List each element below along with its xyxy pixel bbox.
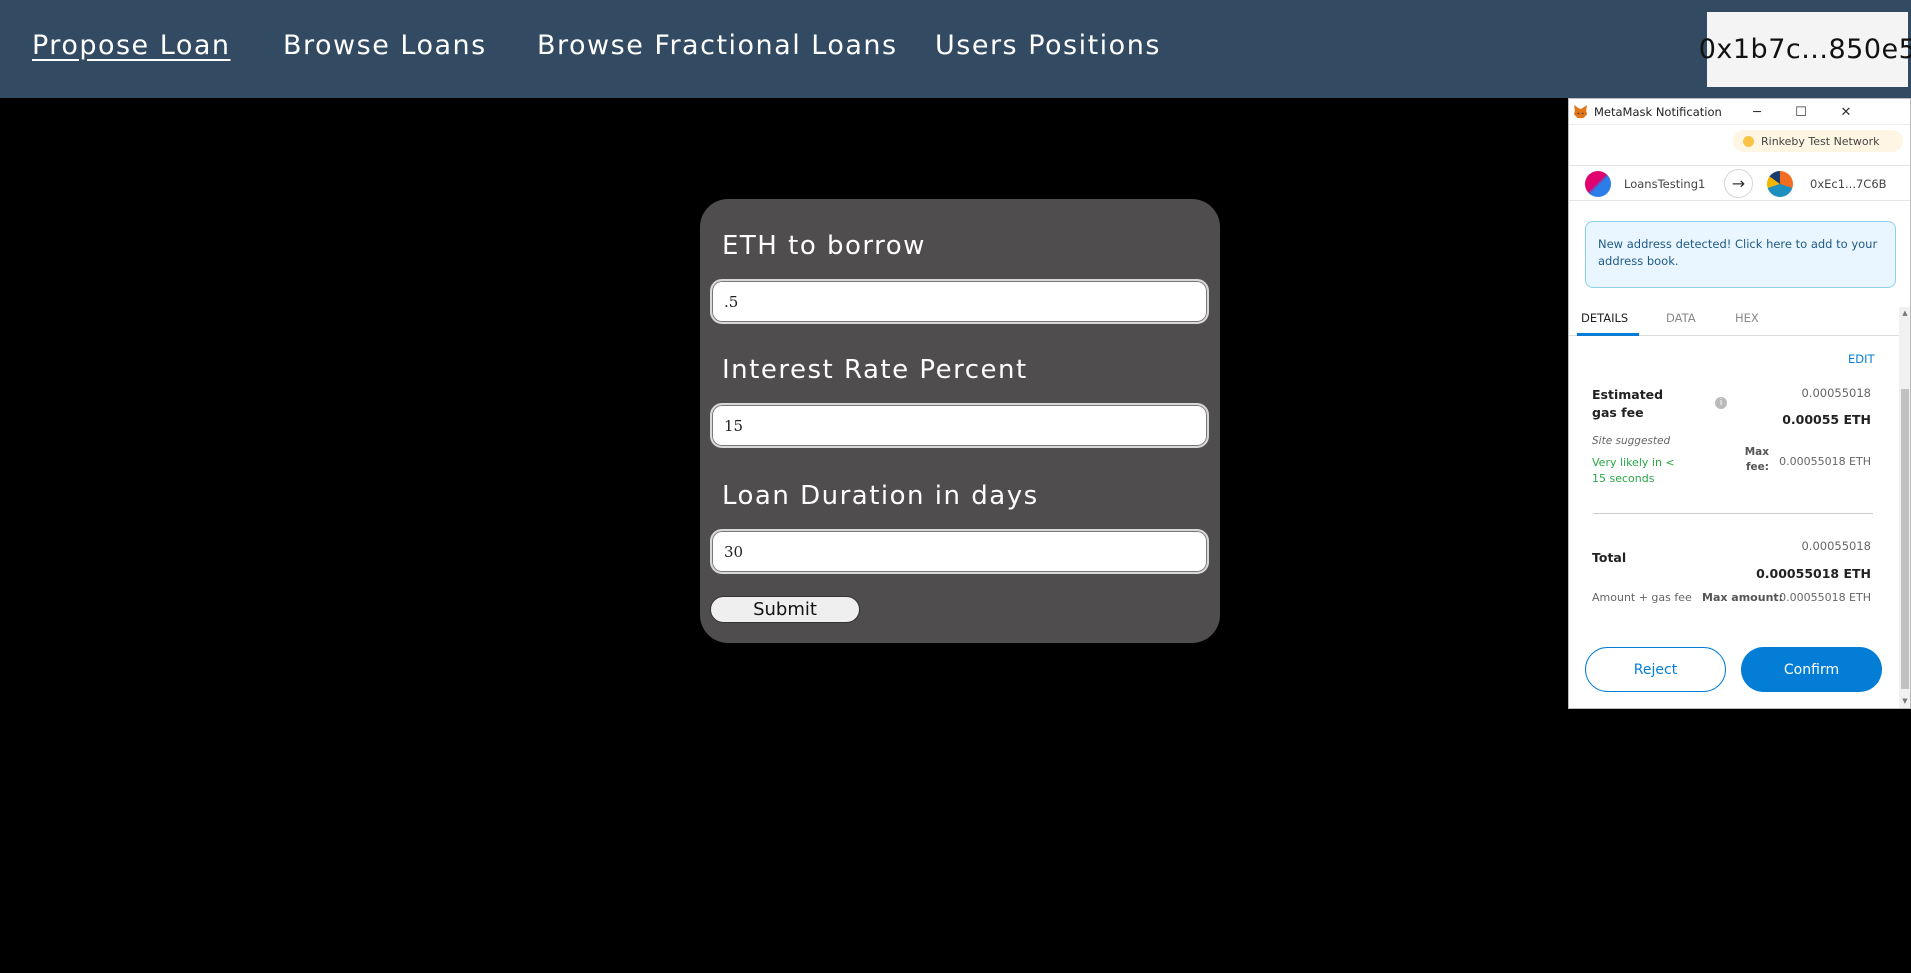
eth-to-borrow-label: ETH to borrow — [722, 231, 926, 261]
edit-gas-link[interactable]: EDIT — [1848, 352, 1875, 366]
from-account-avatar — [1585, 171, 1611, 197]
total-label: Total — [1592, 550, 1627, 565]
max-fee-label: Max fee: — [1744, 446, 1769, 473]
loan-duration-label: Loan Duration in days — [722, 481, 1039, 511]
scroll-up-arrow-icon[interactable]: ▲ — [1899, 307, 1910, 319]
confirm-button[interactable]: Confirm — [1741, 647, 1882, 692]
scroll-down-arrow-icon[interactable]: ▼ — [1899, 695, 1910, 707]
tab-details[interactable]: DETAILS — [1581, 311, 1628, 325]
top-navbar: Propose Loan Browse Loans Browse Fractio… — [0, 0, 1911, 98]
from-account-name[interactable]: LoansTesting1 — [1624, 177, 1705, 191]
gas-fee-value-small: 0.00055018 — [1801, 386, 1871, 400]
tab-hex[interactable]: HEX — [1735, 311, 1759, 325]
nav-propose-loan[interactable]: Propose Loan — [32, 30, 231, 61]
interest-rate-input[interactable] — [710, 403, 1209, 448]
to-account-avatar — [1767, 171, 1793, 197]
wallet-address-button[interactable]: 0x1b7c...850e5 — [1699, 12, 1911, 87]
network-indicator[interactable]: Rinkeby Test Network — [1733, 130, 1903, 152]
close-icon[interactable]: ✕ — [1824, 99, 1868, 125]
reject-button[interactable]: Reject — [1585, 647, 1726, 692]
loan-duration-input[interactable] — [710, 529, 1209, 574]
max-amount-label: Max amount: — [1702, 591, 1784, 604]
interest-rate-label: Interest Rate Percent — [722, 355, 1028, 385]
details-scrollbar[interactable]: ▲ ▼ — [1899, 307, 1910, 708]
maximize-icon[interactable]: ☐ — [1779, 99, 1823, 125]
total-value-bold: 0.00055018 ETH — [1756, 566, 1871, 581]
network-name: Rinkeby Test Network — [1761, 134, 1880, 148]
metamask-notification-window: MetaMask Notification ─ ☐ ✕ Rinkeby Test… — [1568, 98, 1911, 709]
active-tab-indicator — [1577, 333, 1639, 336]
metamask-fox-icon — [1573, 104, 1588, 119]
details-divider — [1593, 513, 1873, 514]
eth-to-borrow-input[interactable] — [710, 279, 1209, 324]
likely-time-text: Very likely in < 15 seconds — [1592, 456, 1675, 485]
nav-browse-fractional-loans[interactable]: Browse Fractional Loans — [537, 30, 898, 61]
transaction-tabs: DETAILS DATA HEX — [1569, 302, 1902, 336]
scroll-thumb[interactable] — [1901, 389, 1909, 689]
network-status-dot — [1743, 135, 1754, 147]
gas-fee-value-bold: 0.00055 ETH — [1782, 412, 1871, 427]
nav-users-positions[interactable]: Users Positions — [935, 30, 1161, 61]
metamask-titlebar: MetaMask Notification ─ ☐ ✕ — [1569, 99, 1910, 125]
estimated-gas-fee-label: Estimated gas fee — [1592, 387, 1664, 420]
metamask-window-title: MetaMask Notification — [1594, 104, 1722, 119]
site-suggested-label: Site suggested — [1592, 435, 1671, 447]
max-fee-value: 0.00055018 ETH — [1779, 455, 1871, 468]
submit-button[interactable]: Submit — [710, 596, 860, 623]
tab-data[interactable]: DATA — [1666, 311, 1696, 325]
nav-browse-loans[interactable]: Browse Loans — [283, 30, 487, 61]
minimize-icon[interactable]: ─ — [1735, 99, 1779, 125]
max-amount-value: 0.00055018 ETH — [1779, 591, 1871, 604]
propose-loan-form: ETH to borrow Interest Rate Percent Loan… — [700, 199, 1220, 643]
total-value-small: 0.00055018 — [1801, 539, 1871, 553]
new-address-notice[interactable]: New address detected! Click here to add … — [1585, 221, 1896, 288]
info-icon[interactable]: i — [1715, 397, 1727, 409]
account-transfer-row: LoansTesting1 → 0xEc1...7C6B — [1569, 165, 1910, 201]
to-account-address[interactable]: 0xEc1...7C6B — [1810, 177, 1887, 191]
arrow-right-icon: → — [1724, 169, 1753, 198]
amount-gas-fee-label: Amount + gas fee — [1592, 591, 1692, 604]
